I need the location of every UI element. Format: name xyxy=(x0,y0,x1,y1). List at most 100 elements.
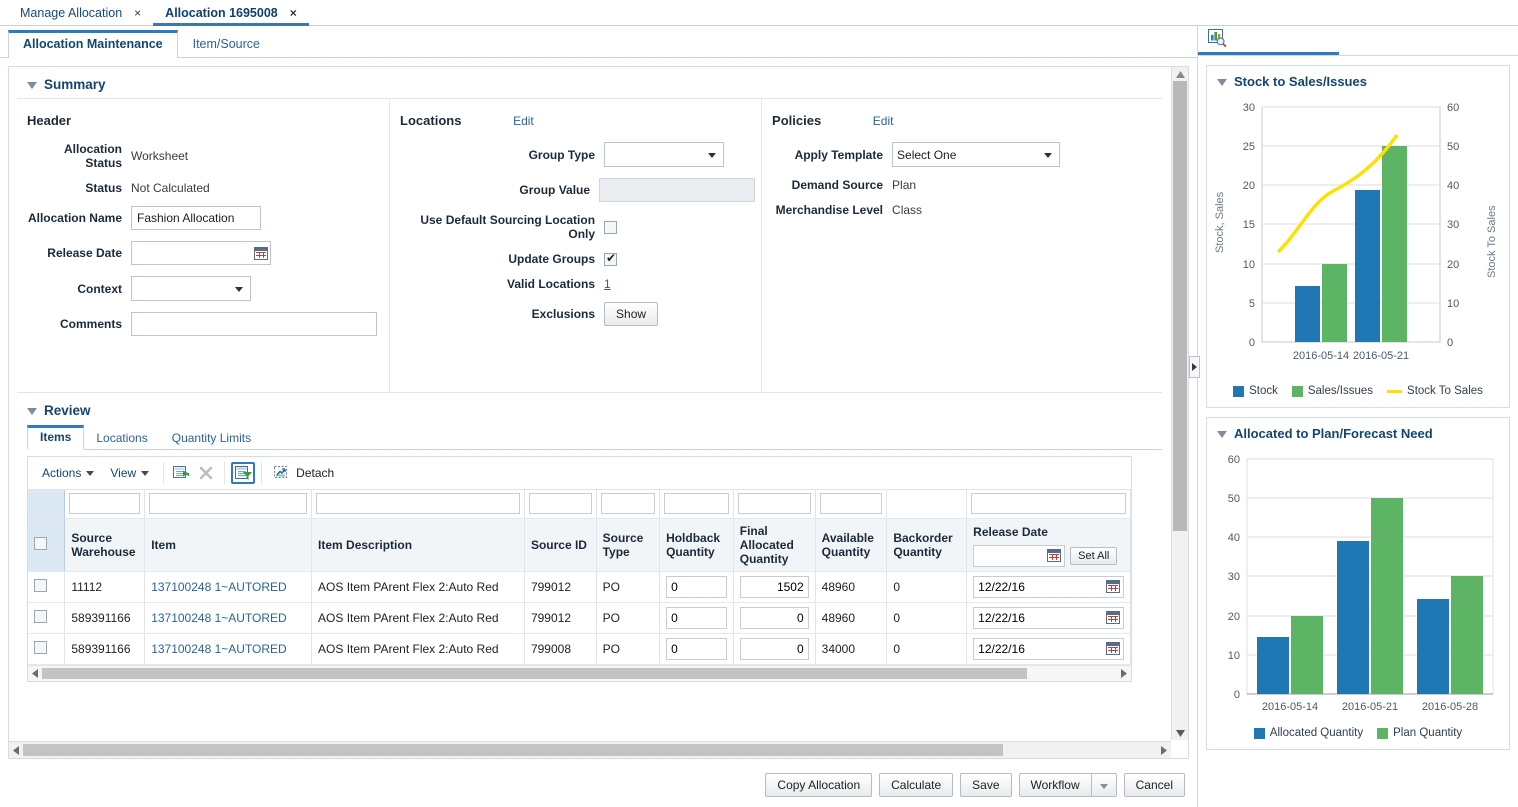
context-select[interactable] xyxy=(131,276,251,301)
col-release-date[interactable]: Release Date Set All xyxy=(967,518,1131,571)
col-final-allocated-quantity[interactable]: Final Allocated Quantity xyxy=(733,518,815,571)
select-all-checkbox[interactable] xyxy=(34,537,47,550)
apply-template-select[interactable]: Select One xyxy=(892,142,1060,167)
row-checkbox[interactable] xyxy=(34,641,47,654)
filter-input-item-description[interactable] xyxy=(316,493,520,514)
allocated-to-plan-header[interactable]: Allocated to Plan/Forecast Need xyxy=(1207,418,1509,445)
cell-item[interactable]: 137100248 1~AUTORED xyxy=(145,571,312,602)
table-scroll-thumb[interactable] xyxy=(42,668,1027,679)
filter-input-holdback-quantity[interactable] xyxy=(664,493,729,514)
legend-item-stock[interactable]: Stock xyxy=(1233,385,1278,397)
scroll-up-arrow-icon[interactable] xyxy=(1172,67,1188,81)
review-tab-quantity-limits[interactable]: Quantity Limits xyxy=(160,427,263,450)
release-date-input[interactable] xyxy=(973,638,1124,660)
tab-item-source[interactable]: Item/Source xyxy=(178,30,275,58)
col-source-type[interactable]: Source Type xyxy=(596,518,659,571)
col-holdback-quantity[interactable]: Holdback Quantity xyxy=(660,518,734,571)
save-button[interactable]: Save xyxy=(960,773,1011,797)
filter-input-source-warehouse[interactable] xyxy=(69,493,140,514)
scroll-right-arrow-icon[interactable] xyxy=(1117,666,1131,681)
col-source-id[interactable]: Source ID xyxy=(524,518,596,571)
col-backorder-quantity[interactable]: Backorder Quantity xyxy=(887,518,967,571)
final-allocated-quantity-input[interactable] xyxy=(740,638,809,660)
col-item-description[interactable]: Item Description xyxy=(312,518,525,571)
calendar-icon[interactable] xyxy=(1047,549,1061,562)
release-date-input[interactable] xyxy=(131,241,271,265)
content-vertical-scrollbar[interactable] xyxy=(1171,67,1188,740)
holdback-quantity-input[interactable] xyxy=(666,576,727,598)
collapse-triangle-icon[interactable] xyxy=(27,82,37,89)
scroll-down-arrow-icon[interactable] xyxy=(1172,726,1188,740)
tab-charts[interactable] xyxy=(1198,27,1339,55)
group-type-select[interactable] xyxy=(604,142,724,167)
close-icon[interactable]: × xyxy=(290,7,297,19)
locations-edit-link[interactable]: Edit xyxy=(513,114,534,128)
row-checkbox[interactable] xyxy=(34,579,47,592)
filter-input-item[interactable] xyxy=(149,493,307,514)
calculate-button[interactable]: Calculate xyxy=(879,773,953,797)
summary-section-header[interactable]: Summary xyxy=(9,67,1170,98)
actions-menu[interactable]: Actions xyxy=(34,463,102,483)
calendar-icon[interactable] xyxy=(1106,611,1120,624)
legend-item-allocated-quantity[interactable]: Allocated Quantity xyxy=(1254,727,1363,739)
horizontal-scroll-thumb[interactable] xyxy=(23,744,1003,756)
filter-input-source-type[interactable] xyxy=(601,493,655,514)
allocation-name-input[interactable] xyxy=(131,206,261,230)
export-icon[interactable] xyxy=(170,462,194,484)
workflow-dropdown-arrow[interactable] xyxy=(1092,773,1117,797)
legend-item-stock-to-sales[interactable]: Stock To Sales xyxy=(1387,385,1483,397)
comments-input[interactable] xyxy=(131,312,377,336)
content-horizontal-scrollbar[interactable] xyxy=(9,741,1171,758)
legend-item-plan-quantity[interactable]: Plan Quantity xyxy=(1377,727,1462,739)
filter-input-source-id[interactable] xyxy=(529,493,592,514)
table-row[interactable]: 589391166 137100248 1~AUTORED AOS Item P… xyxy=(28,633,1131,664)
policies-edit-link[interactable]: Edit xyxy=(873,114,894,128)
browser-tab-allocation-1695008[interactable]: Allocation 1695008 × xyxy=(153,3,309,25)
filter-input-final-allocated-quantity[interactable] xyxy=(738,493,811,514)
calendar-icon[interactable] xyxy=(254,247,268,260)
row-checkbox[interactable] xyxy=(34,610,47,623)
table-row[interactable]: 11112 137100248 1~AUTORED AOS Item PAren… xyxy=(28,571,1131,602)
panel-collapse-handle[interactable] xyxy=(1189,356,1200,378)
collapse-triangle-icon[interactable] xyxy=(27,408,37,415)
review-section-header[interactable]: Review xyxy=(9,393,1170,424)
holdback-quantity-input[interactable] xyxy=(666,607,727,629)
scroll-left-arrow-icon[interactable] xyxy=(9,742,23,758)
calendar-icon[interactable] xyxy=(1106,580,1120,593)
col-item[interactable]: Item xyxy=(145,518,312,571)
exclusions-show-button[interactable]: Show xyxy=(604,302,658,326)
filter-input-available-quantity[interactable] xyxy=(820,493,883,514)
release-date-input[interactable] xyxy=(973,576,1124,598)
close-icon[interactable]: × xyxy=(134,7,141,19)
collapse-triangle-icon[interactable] xyxy=(1217,431,1227,438)
update-groups-checkbox[interactable] xyxy=(604,253,617,266)
valid-locations-link[interactable]: 1 xyxy=(604,277,611,291)
table-horizontal-scrollbar[interactable] xyxy=(28,665,1131,681)
cell-item[interactable]: 137100248 1~AUTORED xyxy=(145,633,312,664)
legend-item-sales-issues[interactable]: Sales/Issues xyxy=(1292,385,1373,397)
release-date-input[interactable] xyxy=(973,607,1124,629)
final-allocated-quantity-input[interactable] xyxy=(740,607,809,629)
col-available-quantity[interactable]: Available Quantity xyxy=(815,518,887,571)
holdback-quantity-input[interactable] xyxy=(666,638,727,660)
view-menu[interactable]: View xyxy=(102,463,157,483)
cell-item[interactable]: 137100248 1~AUTORED xyxy=(145,602,312,633)
scroll-right-arrow-icon[interactable] xyxy=(1157,742,1171,758)
detach-button[interactable]: Detach xyxy=(268,465,340,482)
table-row[interactable]: 589391166 137100248 1~AUTORED AOS Item P… xyxy=(28,602,1131,633)
use-default-sourcing-checkbox[interactable] xyxy=(604,221,617,234)
review-tab-items[interactable]: Items xyxy=(27,425,84,450)
col-source-warehouse[interactable]: Source Warehouse xyxy=(65,518,145,571)
vertical-scroll-thumb[interactable] xyxy=(1173,81,1187,531)
set-all-button[interactable]: Set All xyxy=(1070,547,1117,565)
final-allocated-quantity-input[interactable] xyxy=(740,576,809,598)
stock-to-sales-header[interactable]: Stock to Sales/Issues xyxy=(1207,66,1509,93)
browser-tab-manage-allocation[interactable]: Manage Allocation × xyxy=(8,3,153,25)
copy-allocation-button[interactable]: Copy Allocation xyxy=(765,773,872,797)
review-tab-locations[interactable]: Locations xyxy=(84,427,159,450)
collapse-triangle-icon[interactable] xyxy=(1217,79,1227,86)
calendar-icon[interactable] xyxy=(1106,642,1120,655)
workflow-button[interactable]: Workflow xyxy=(1019,773,1092,797)
scroll-left-arrow-icon[interactable] xyxy=(28,666,42,681)
filter-input-release-date[interactable] xyxy=(971,493,1126,514)
